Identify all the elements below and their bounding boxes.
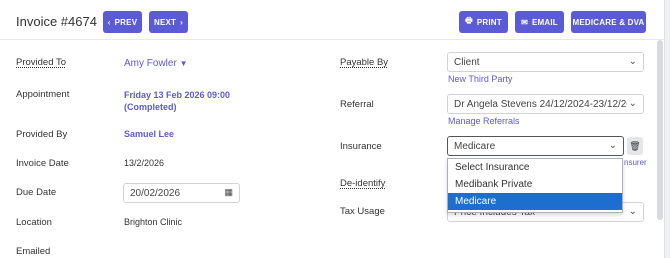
location-value: Brighton Clinic [124,217,183,227]
deidentify-label: De-identify [340,178,386,189]
referral-select[interactable]: Dr Angela Stevens 24/12/2024-23/12/202 ⌄ [447,94,644,114]
tax-usage-label: Tax Usage [340,206,385,217]
chevron-down-icon: ⌄ [626,98,637,109]
appointment-link[interactable]: Friday 13 Feb 2026 09:00 (Completed) [124,89,230,113]
insurance-option[interactable]: Select Insurance [448,159,622,176]
emailed-label: Emailed [16,246,51,257]
referral-value: Dr Angela Stevens 24/12/2024-23/12/202 [454,99,638,110]
provided-to-label: Provided To [16,57,66,68]
payable-by-select[interactable]: Client ⌄ [447,52,644,72]
email-button[interactable]: ✉ EMAIL [515,11,564,33]
invoice-card: Invoice #4674 ‹ PREV NEXT › 🖶 PRINT ✉ EM… [0,0,665,258]
manage-referrals-link[interactable]: Manage Referrals [448,116,520,126]
provided-to-client-link[interactable]: Amy Fowler ▼ [124,58,188,69]
next-button[interactable]: NEXT › [149,11,188,33]
chevron-right-icon: › [180,17,183,27]
due-date-value: 20/02/2026 [130,188,181,199]
calendar-icon[interactable]: ▦ [224,187,233,198]
chevron-down-icon: ⌄ [628,206,637,217]
chevron-left-icon: ‹ [107,17,111,27]
caret-down-icon: ▼ [179,59,188,68]
insurance-option[interactable]: Medibank Private [448,176,622,193]
new-third-party-link[interactable]: New Third Party [448,74,512,84]
scrollbar[interactable] [657,40,663,220]
prev-button[interactable]: ‹ PREV [103,11,142,33]
provided-to-value: Amy Fowler [124,58,177,69]
invoice-header: Invoice #4674 ‹ PREV NEXT › 🖶 PRINT ✉ EM… [0,0,665,40]
chevron-down-icon: ⌄ [628,56,637,67]
medicare-dva-button[interactable]: MEDICARE & DVA [571,11,646,33]
insurance-value: Medicare [454,141,496,152]
insurance-option-selected[interactable]: Medicare [448,193,622,210]
appointment-datetime: Friday 13 Feb 2026 09:00 [124,90,231,100]
appointment-status: (Completed) [124,102,177,112]
provided-by-label: Provided By [16,129,68,140]
insurance-select[interactable]: Medicare ⌄ [447,136,624,156]
payable-by-label: Payable By [340,57,389,68]
insurance-label: Insurance [340,141,382,152]
insurance-dropdown-list: Select Insurance Medibank Private Medica… [447,158,623,213]
trash-icon[interactable]: 🗑 [627,137,643,155]
envelope-icon: ✉ [521,17,528,27]
location-label: Location [16,217,52,228]
email-label: EMAIL [532,17,558,27]
page-title: Invoice #4674 [16,14,97,29]
due-date-input[interactable]: 20/02/2026 ▦ [123,183,240,203]
prev-label: PREV [114,17,138,27]
print-button[interactable]: 🖶 PRINT [459,11,508,33]
chevron-down-icon: ⌄ [608,140,617,151]
next-label: NEXT [153,17,177,27]
invoice-date-label: Invoice Date [16,158,69,169]
invoice-date-value: 13/2/2026 [124,158,165,168]
appointment-label: Appointment [16,89,70,100]
due-date-label: Due Date [16,187,57,198]
printer-icon: 🖶 [465,16,473,25]
insurer-link[interactable]: nsurer [624,158,647,167]
medicare-dva-label: MEDICARE & DVA [572,17,645,27]
print-label: PRINT [476,17,502,27]
referral-label: Referral [340,99,374,110]
payable-by-value: Client [454,57,480,68]
provided-by-link[interactable]: Samuel Lee [124,129,174,139]
